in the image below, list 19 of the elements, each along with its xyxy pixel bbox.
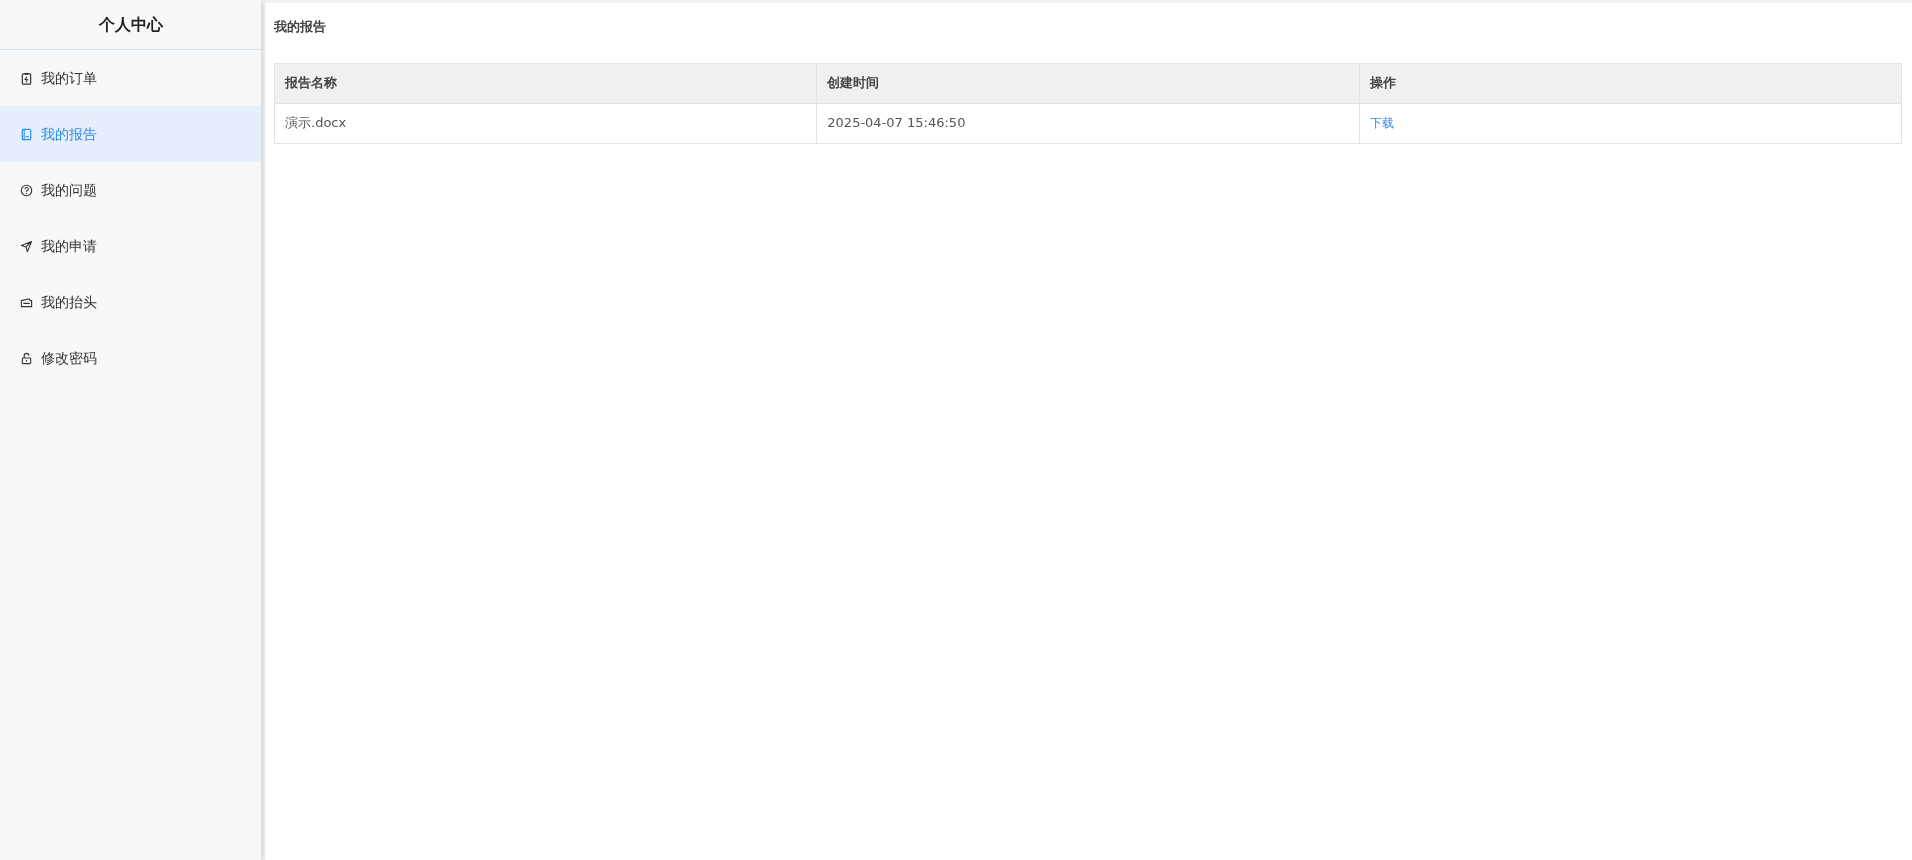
sidebar-item[interactable]: 我的问题 [0, 162, 261, 218]
column-header: 报告名称 [274, 63, 817, 103]
column-header: 操作 [1359, 63, 1902, 103]
sidebar-item[interactable]: 修改密码 [0, 330, 261, 386]
table-cell: 演示.docx [274, 103, 817, 143]
sidebar-item[interactable]: 我的申请 [0, 218, 261, 274]
clipboard-icon [20, 71, 33, 85]
sidebar-item[interactable]: 我的订单 [0, 50, 261, 106]
page-title: 我的报告 [274, 18, 327, 36]
download-link[interactable]: 下载 [1369, 116, 1394, 131]
book-icon [20, 127, 33, 141]
question-circle-icon [20, 183, 33, 197]
send-icon [20, 239, 33, 253]
sidebar-title: 个人中心 [98, 13, 163, 36]
unlock-icon [20, 351, 33, 365]
table-cell: 2025-04-07 15:46:50 [816, 103, 1360, 143]
sidebar-item[interactable]: 我的抬头 [0, 274, 261, 330]
column-header: 创建时间 [816, 63, 1360, 103]
ticket-icon [20, 295, 33, 309]
